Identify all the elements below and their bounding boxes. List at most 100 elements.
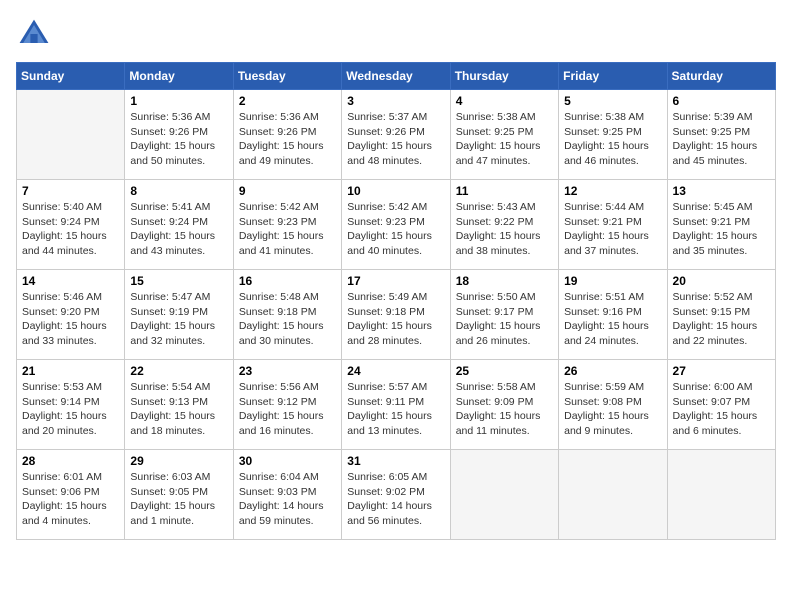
calendar-cell xyxy=(667,450,775,540)
calendar-cell: 2 Sunrise: 5:36 AM Sunset: 9:26 PM Daylig… xyxy=(233,90,341,180)
day-number: 7 xyxy=(22,184,119,198)
day-number: 20 xyxy=(673,274,770,288)
calendar-cell: 12 Sunrise: 5:44 AM Sunset: 9:21 PM Dayli… xyxy=(559,180,667,270)
calendar-cell: 14 Sunrise: 5:46 AM Sunset: 9:20 PM Dayli… xyxy=(17,270,125,360)
day-number: 8 xyxy=(130,184,227,198)
calendar-cell: 30 Sunrise: 6:04 AM Sunset: 9:03 PM Dayli… xyxy=(233,450,341,540)
day-number: 28 xyxy=(22,454,119,468)
day-info: Sunrise: 6:00 AM Sunset: 9:07 PM Dayligh… xyxy=(673,380,770,439)
day-number: 15 xyxy=(130,274,227,288)
calendar-cell: 27 Sunrise: 6:00 AM Sunset: 9:07 PM Dayli… xyxy=(667,360,775,450)
day-number: 4 xyxy=(456,94,553,108)
day-info: Sunrise: 5:58 AM Sunset: 9:09 PM Dayligh… xyxy=(456,380,553,439)
calendar-cell: 24 Sunrise: 5:57 AM Sunset: 9:11 PM Dayli… xyxy=(342,360,450,450)
calendar-day-header: Friday xyxy=(559,63,667,90)
day-info: Sunrise: 5:45 AM Sunset: 9:21 PM Dayligh… xyxy=(673,200,770,259)
calendar-header-row: SundayMondayTuesdayWednesdayThursdayFrid… xyxy=(17,63,776,90)
day-info: Sunrise: 5:49 AM Sunset: 9:18 PM Dayligh… xyxy=(347,290,444,349)
day-info: Sunrise: 5:36 AM Sunset: 9:26 PM Dayligh… xyxy=(130,110,227,169)
day-number: 16 xyxy=(239,274,336,288)
calendar-week-row: 14 Sunrise: 5:46 AM Sunset: 9:20 PM Dayli… xyxy=(17,270,776,360)
day-number: 2 xyxy=(239,94,336,108)
day-info: Sunrise: 5:53 AM Sunset: 9:14 PM Dayligh… xyxy=(22,380,119,439)
day-number: 30 xyxy=(239,454,336,468)
calendar-cell: 1Sunrise: 5:36 AM Sunset: 9:26 PM Daylig… xyxy=(125,90,233,180)
day-info: Sunrise: 5:44 AM Sunset: 9:21 PM Dayligh… xyxy=(564,200,661,259)
day-number: 10 xyxy=(347,184,444,198)
day-number: 21 xyxy=(22,364,119,378)
calendar-cell: 5 Sunrise: 5:38 AM Sunset: 9:25 PM Daylig… xyxy=(559,90,667,180)
day-info: Sunrise: 5:59 AM Sunset: 9:08 PM Dayligh… xyxy=(564,380,661,439)
calendar-week-row: 28 Sunrise: 6:01 AM Sunset: 9:06 PM Dayli… xyxy=(17,450,776,540)
day-number: 11 xyxy=(456,184,553,198)
calendar-cell: 26 Sunrise: 5:59 AM Sunset: 9:08 PM Dayli… xyxy=(559,360,667,450)
page-header xyxy=(16,16,776,52)
calendar-cell: 20 Sunrise: 5:52 AM Sunset: 9:15 PM Dayli… xyxy=(667,270,775,360)
calendar-day-header: Sunday xyxy=(17,63,125,90)
day-info: Sunrise: 5:39 AM Sunset: 9:25 PM Dayligh… xyxy=(673,110,770,169)
day-number: 25 xyxy=(456,364,553,378)
calendar-cell: 4Sunrise: 5:38 AM Sunset: 9:25 PM Daylig… xyxy=(450,90,558,180)
day-number: 5 xyxy=(564,94,661,108)
calendar-cell: 28 Sunrise: 6:01 AM Sunset: 9:06 PM Dayli… xyxy=(17,450,125,540)
calendar-cell: 8 Sunrise: 5:41 AM Sunset: 9:24 PM Daylig… xyxy=(125,180,233,270)
day-info: Sunrise: 6:05 AM Sunset: 9:02 PM Dayligh… xyxy=(347,470,444,529)
calendar-cell: 18Sunrise: 5:50 AM Sunset: 9:17 PM Dayli… xyxy=(450,270,558,360)
day-info: Sunrise: 5:51 AM Sunset: 9:16 PM Dayligh… xyxy=(564,290,661,349)
day-info: Sunrise: 5:50 AM Sunset: 9:17 PM Dayligh… xyxy=(456,290,553,349)
day-number: 31 xyxy=(347,454,444,468)
day-info: Sunrise: 5:52 AM Sunset: 9:15 PM Dayligh… xyxy=(673,290,770,349)
calendar-week-row: 1Sunrise: 5:36 AM Sunset: 9:26 PM Daylig… xyxy=(17,90,776,180)
day-info: Sunrise: 6:03 AM Sunset: 9:05 PM Dayligh… xyxy=(130,470,227,529)
day-number: 6 xyxy=(673,94,770,108)
day-info: Sunrise: 5:46 AM Sunset: 9:20 PM Dayligh… xyxy=(22,290,119,349)
logo-icon xyxy=(16,16,52,52)
calendar-day-header: Saturday xyxy=(667,63,775,90)
calendar-cell xyxy=(559,450,667,540)
calendar-day-header: Thursday xyxy=(450,63,558,90)
day-info: Sunrise: 6:01 AM Sunset: 9:06 PM Dayligh… xyxy=(22,470,119,529)
day-number: 23 xyxy=(239,364,336,378)
day-number: 19 xyxy=(564,274,661,288)
calendar-week-row: 7 Sunrise: 5:40 AM Sunset: 9:24 PM Daylig… xyxy=(17,180,776,270)
day-info: Sunrise: 5:36 AM Sunset: 9:26 PM Dayligh… xyxy=(239,110,336,169)
day-number: 12 xyxy=(564,184,661,198)
day-number: 24 xyxy=(347,364,444,378)
logo xyxy=(16,16,56,52)
day-info: Sunrise: 5:43 AM Sunset: 9:22 PM Dayligh… xyxy=(456,200,553,259)
day-info: Sunrise: 5:47 AM Sunset: 9:19 PM Dayligh… xyxy=(130,290,227,349)
calendar-week-row: 21 Sunrise: 5:53 AM Sunset: 9:14 PM Dayli… xyxy=(17,360,776,450)
day-number: 26 xyxy=(564,364,661,378)
day-info: Sunrise: 5:42 AM Sunset: 9:23 PM Dayligh… xyxy=(239,200,336,259)
day-info: Sunrise: 5:41 AM Sunset: 9:24 PM Dayligh… xyxy=(130,200,227,259)
day-number: 9 xyxy=(239,184,336,198)
calendar-cell: 19 Sunrise: 5:51 AM Sunset: 9:16 PM Dayli… xyxy=(559,270,667,360)
day-info: Sunrise: 5:38 AM Sunset: 9:25 PM Dayligh… xyxy=(564,110,661,169)
calendar-day-header: Tuesday xyxy=(233,63,341,90)
calendar-table: SundayMondayTuesdayWednesdayThursdayFrid… xyxy=(16,62,776,540)
day-number: 14 xyxy=(22,274,119,288)
day-number: 22 xyxy=(130,364,227,378)
calendar-cell: 15 Sunrise: 5:47 AM Sunset: 9:19 PM Dayli… xyxy=(125,270,233,360)
calendar-cell: 25 Sunrise: 5:58 AM Sunset: 9:09 PM Dayli… xyxy=(450,360,558,450)
calendar-cell: 13 Sunrise: 5:45 AM Sunset: 9:21 PM Dayli… xyxy=(667,180,775,270)
day-number: 27 xyxy=(673,364,770,378)
day-info: Sunrise: 5:37 AM Sunset: 9:26 PM Dayligh… xyxy=(347,110,444,169)
day-info: Sunrise: 5:40 AM Sunset: 9:24 PM Dayligh… xyxy=(22,200,119,259)
day-info: Sunrise: 5:56 AM Sunset: 9:12 PM Dayligh… xyxy=(239,380,336,439)
calendar-day-header: Wednesday xyxy=(342,63,450,90)
calendar-cell: 23 Sunrise: 5:56 AM Sunset: 9:12 PM Dayli… xyxy=(233,360,341,450)
day-info: Sunrise: 5:42 AM Sunset: 9:23 PM Dayligh… xyxy=(347,200,444,259)
calendar-cell xyxy=(17,90,125,180)
day-info: Sunrise: 5:54 AM Sunset: 9:13 PM Dayligh… xyxy=(130,380,227,439)
calendar-cell: 31 Sunrise: 6:05 AM Sunset: 9:02 PM Dayli… xyxy=(342,450,450,540)
calendar-cell: 21 Sunrise: 5:53 AM Sunset: 9:14 PM Dayli… xyxy=(17,360,125,450)
calendar-cell xyxy=(450,450,558,540)
day-info: Sunrise: 6:04 AM Sunset: 9:03 PM Dayligh… xyxy=(239,470,336,529)
day-info: Sunrise: 5:57 AM Sunset: 9:11 PM Dayligh… xyxy=(347,380,444,439)
calendar-cell: 22 Sunrise: 5:54 AM Sunset: 9:13 PM Dayli… xyxy=(125,360,233,450)
day-number: 17 xyxy=(347,274,444,288)
calendar-cell: 10 Sunrise: 5:42 AM Sunset: 9:23 PM Dayli… xyxy=(342,180,450,270)
calendar-cell: 29Sunrise: 6:03 AM Sunset: 9:05 PM Dayli… xyxy=(125,450,233,540)
day-number: 13 xyxy=(673,184,770,198)
